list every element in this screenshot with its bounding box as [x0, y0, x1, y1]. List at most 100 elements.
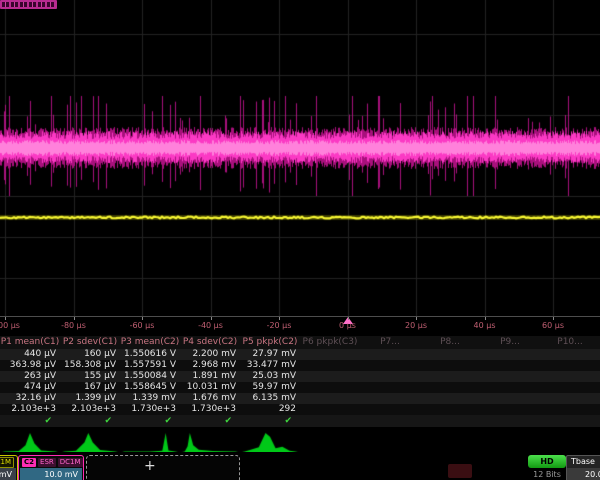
time-axis-ruler: -100 µs -80 µs -60 µs -40 µs -20 µs 0 µs 20 µs…	[0, 316, 600, 337]
measure-value: 1.557591 V	[120, 360, 180, 371]
measure-value: 1.339 mV	[120, 393, 180, 404]
timebase-descriptor[interactable]: Tbase 20.0 µs	[566, 455, 600, 480]
measure-value: 2.103e+3	[60, 404, 120, 415]
measure-header[interactable]: P3 mean(C2)	[120, 336, 180, 349]
measure-value: 160 µV	[60, 349, 120, 360]
time-axis-tick	[5, 317, 6, 320]
time-axis-label: 40 µs	[474, 321, 496, 330]
measure-header[interactable]: P1 mean(C1)	[0, 336, 60, 349]
measure-column-6: P6 pkpk(C3)	[300, 336, 360, 431]
measure-value: 158.308 µV	[60, 360, 120, 371]
hd-bits-label: 12 Bits	[528, 470, 566, 479]
measure-column-10: P10...	[540, 336, 600, 431]
channel-descriptor-c1[interactable]: DC1M 10.0 mV	[0, 455, 18, 480]
measure-header[interactable]: P4 sdev(C2)	[180, 336, 240, 349]
c2-esr-badge: ESR	[38, 458, 56, 467]
add-trace-button[interactable]: +	[86, 455, 240, 480]
time-axis-label: -20 µs	[267, 321, 292, 330]
timebase-label: Tbase	[567, 456, 600, 468]
measure-value: 1.891 mV	[180, 371, 240, 382]
measure-value: 25.03 mV	[240, 371, 300, 382]
measure-value: 2.200 mV	[180, 349, 240, 360]
c1-coupling-badge: DC1M	[0, 457, 14, 468]
c1-badge-row: DC1M	[0, 457, 16, 468]
time-axis-tick	[142, 317, 143, 320]
measure-value: 363.98 µV	[0, 360, 60, 371]
time-axis-label: -100 µs	[0, 321, 20, 330]
measure-column-3: P3 mean(C2)1.550616 V1.557591 V1.550084 …	[120, 336, 180, 431]
time-axis-tick	[348, 317, 349, 320]
measure-column-8: P8...	[420, 336, 480, 431]
trace-annotation-badge[interactable]	[0, 0, 57, 9]
measure-value: 440 µV	[0, 349, 60, 360]
measure-value: 2.968 mV	[180, 360, 240, 371]
measure-value: 1.730e+3	[180, 404, 240, 415]
time-axis-tick	[279, 317, 280, 320]
measure-value: 1.550084 V	[120, 371, 180, 382]
measure-header[interactable]: P6 pkpk(C3)	[300, 336, 360, 349]
measure-value: 27.97 mV	[240, 349, 300, 360]
measure-value: 474 µV	[0, 382, 60, 393]
measure-status-check-icon: ✔	[180, 416, 232, 428]
measure-value: 33.477 mV	[240, 360, 300, 371]
time-axis-tick	[211, 317, 212, 320]
measure-value: 1.730e+3	[120, 404, 180, 415]
trigger-descriptor-dim[interactable]	[448, 464, 472, 478]
c1-scale-value: 10.0 mV	[0, 468, 16, 480]
measure-header[interactable]: P8...	[420, 336, 480, 349]
c2-scale-value: 10.0 mV	[20, 468, 82, 480]
measure-header[interactable]: P9...	[480, 336, 540, 349]
time-axis-label: 0 µs	[339, 321, 356, 330]
measure-value: 1.399 µV	[60, 393, 120, 404]
c2-coupling-badge: DC1M	[58, 458, 83, 467]
waveform-display-area	[0, 0, 600, 316]
c2-channel-badge: C2	[22, 458, 36, 467]
measure-value: 263 µV	[0, 371, 60, 382]
measure-value: 155 µV	[60, 371, 120, 382]
channel-descriptor-c2[interactable]: C2 ESR DC1M 10.0 mV	[18, 455, 84, 480]
measure-value: 1.550616 V	[120, 349, 180, 360]
measure-value: 6.135 mV	[240, 393, 300, 404]
timebase-value: 20.0 µs	[567, 468, 600, 480]
measure-value: 167 µV	[60, 382, 120, 393]
time-axis-tick	[485, 317, 486, 320]
measurement-histicons	[0, 431, 600, 454]
measure-column-4: P4 sdev(C2)2.200 mV2.968 mV1.891 mV10.03…	[180, 336, 240, 431]
measure-status-check-icon: ✔	[60, 416, 112, 428]
measure-value: 32.16 µV	[0, 393, 60, 404]
measure-value: 1.676 mV	[180, 393, 240, 404]
measure-status-check-icon: ✔	[120, 416, 172, 428]
measure-header[interactable]: P7...	[360, 336, 420, 349]
measure-value: 2.103e+3	[0, 404, 60, 415]
time-axis-label: 60 µs	[542, 321, 564, 330]
plus-icon: +	[144, 458, 156, 474]
waveform-canvas	[0, 0, 600, 316]
measure-header[interactable]: P5 pkpk(C2)	[240, 336, 300, 349]
measure-value: 292	[240, 404, 300, 415]
time-axis-label: -80 µs	[61, 321, 86, 330]
measure-status-check-icon: ✔	[0, 416, 52, 428]
measurement-table: P1 mean(C1)440 µV363.98 µV263 µV474 µV32…	[0, 336, 600, 431]
time-axis-label: -40 µs	[198, 321, 223, 330]
measure-column-1: P1 mean(C1)440 µV363.98 µV263 µV474 µV32…	[0, 336, 60, 431]
measure-column-7: P7...	[360, 336, 420, 431]
measure-status-check-icon: ✔	[240, 416, 292, 428]
time-axis-label: 20 µs	[405, 321, 427, 330]
hd-mode-badge[interactable]: HD	[528, 455, 566, 468]
time-axis-tick	[553, 317, 554, 320]
measure-header[interactable]: P2 sdev(C1)	[60, 336, 120, 349]
measure-header[interactable]: P10...	[540, 336, 600, 349]
c2-badge-row: C2 ESR DC1M	[20, 457, 82, 468]
time-axis-tick	[416, 317, 417, 320]
oscilloscope-screen: -100 µs -80 µs -60 µs -40 µs -20 µs 0 µs 20 µs…	[0, 0, 600, 480]
measure-column-5: P5 pkpk(C2)27.97 mV33.477 mV25.03 mV59.9…	[240, 336, 300, 431]
time-axis-tick	[74, 317, 75, 320]
measure-value: 10.031 mV	[180, 382, 240, 393]
measure-value: 59.97 mV	[240, 382, 300, 393]
measure-value: 1.558645 V	[120, 382, 180, 393]
measure-column-9: P9...	[480, 336, 540, 431]
measure-column-2: P2 sdev(C1)160 µV158.308 µV155 µV167 µV1…	[60, 336, 120, 431]
time-axis-label: -60 µs	[130, 321, 155, 330]
annotation-text-illegible	[2, 2, 54, 7]
descriptor-bar: DC1M 10.0 mV C2 ESR DC1M 10.0 mV + HD 12…	[0, 452, 600, 480]
